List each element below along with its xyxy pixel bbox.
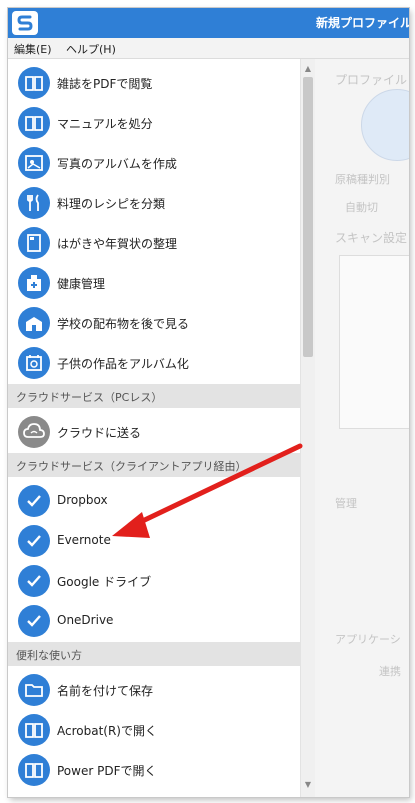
- menu-edit[interactable]: 編集(E): [14, 41, 52, 57]
- list-item[interactable]: Power PDFで開く: [8, 750, 300, 790]
- book-icon: [18, 714, 50, 746]
- list-item[interactable]: クラウドに送る: [8, 412, 300, 452]
- title-bar: 新規プロファイル: [8, 8, 409, 38]
- menu-bar: 編集(E) ヘルプ(H): [8, 38, 409, 59]
- folder-icon: [18, 674, 50, 706]
- list-item[interactable]: はがきや年賀状の整理: [8, 223, 300, 263]
- scroll-thumb[interactable]: [303, 77, 313, 357]
- kid-album-icon: [18, 347, 50, 379]
- window-title: 新規プロファイル: [316, 16, 409, 30]
- check-icon: [18, 485, 50, 517]
- list-item[interactable]: 学校の配布物を後で見る: [8, 303, 300, 343]
- scansnap-logo-icon[interactable]: [12, 11, 38, 35]
- section-title: クラウドサービス（PCレス）: [16, 391, 163, 404]
- list-item[interactable]: Acrobat(R)で開く: [8, 710, 300, 750]
- book-icon: [18, 107, 50, 139]
- section-header-useful: 便利な使い方: [8, 642, 300, 666]
- list-item-label: 名前を付けて保存: [57, 684, 154, 698]
- school-icon: [18, 307, 50, 339]
- fork-knife-icon: [18, 187, 50, 219]
- list-item[interactable]: 健康管理: [8, 263, 300, 303]
- link-label: 連携: [379, 665, 401, 678]
- check-icon: [18, 525, 50, 557]
- list-item-label: マニュアルを処分: [57, 117, 153, 131]
- list-item-label: 料理のレシピを分類: [57, 197, 166, 211]
- book-icon: [18, 67, 50, 99]
- list-item-label: はがきや年賀状の整理: [57, 237, 178, 251]
- manage-label: 管理: [335, 497, 357, 510]
- profile-image[interactable]: [361, 89, 409, 161]
- scroll-down-arrow-icon[interactable]: ▼: [301, 777, 315, 791]
- check-icon: [18, 565, 50, 597]
- list-item-label: クラウドに送る: [57, 426, 142, 440]
- profile-settings-panel: プロファイル 原稿種判別 自動切 スキャン設定 管理 アプリケーシ 連携: [315, 59, 409, 797]
- scan-settings-label: スキャン設定: [335, 231, 408, 245]
- list-item-google-drive[interactable]: Google ドライブ: [8, 561, 300, 601]
- list-item-label: 雑誌をPDFで閲覧: [57, 77, 153, 91]
- profile-label: プロファイル: [335, 73, 408, 87]
- list-item-onedrive[interactable]: OneDrive: [8, 601, 300, 641]
- section-header-cloud-client: クラウドサービス（クライアントアプリ経由）: [8, 453, 300, 477]
- hospital-icon: [18, 267, 50, 299]
- list-item-dropbox[interactable]: Dropbox: [8, 481, 300, 521]
- app-window: 新規プロファイル 編集(E) ヘルプ(H) 雑誌をPDFで閲覧 マニュアルを処分…: [8, 8, 409, 797]
- list-item-label: Evernote: [57, 533, 111, 547]
- postcard-icon: [18, 227, 50, 259]
- check-icon: [18, 605, 50, 637]
- auto-detect-option[interactable]: 自動切: [345, 199, 378, 215]
- application-label: アプリケーシ: [335, 633, 401, 646]
- list-item-label: OneDrive: [57, 613, 114, 627]
- list-item-label: 写真のアルバムを作成: [57, 157, 177, 171]
- list-scrollbar[interactable]: ▲ ▼: [300, 59, 315, 797]
- list-item[interactable]: 子供の作品をアルバム化: [8, 343, 300, 383]
- list-item-label: Acrobat(R)で開く: [57, 724, 157, 738]
- section-title: 便利な使い方: [16, 649, 82, 662]
- doc-type-label: 原稿種判別: [335, 173, 390, 186]
- list-item-label: 学校の配布物を後で見る: [57, 317, 190, 331]
- list-item-label: Dropbox: [57, 493, 108, 507]
- scroll-up-arrow-icon[interactable]: ▲: [301, 61, 315, 75]
- list-item-label: Google ドライブ: [57, 575, 152, 589]
- cloud-sync-icon: [18, 416, 50, 448]
- list-item[interactable]: 写真のアルバムを作成: [8, 143, 300, 183]
- list-item[interactable]: 名前を付けて保存: [8, 670, 300, 710]
- list-item[interactable]: 料理のレシピを分類: [8, 183, 300, 223]
- book-icon: [18, 754, 50, 786]
- list-item[interactable]: 雑誌をPDFで閲覧: [8, 63, 300, 103]
- scan-settings-box: [339, 255, 409, 429]
- list-item-evernote[interactable]: Evernote: [8, 521, 300, 561]
- section-header-cloud-pcless: クラウドサービス（PCレス）: [8, 384, 300, 408]
- list-item-label: 健康管理: [57, 277, 106, 291]
- list-item[interactable]: マニュアルを処分: [8, 103, 300, 143]
- list-item-label: Power PDFで開く: [57, 764, 157, 778]
- section-title: クラウドサービス（クライアントアプリ経由）: [16, 460, 247, 473]
- list-item-label: 子供の作品をアルバム化: [57, 357, 189, 371]
- photo-album-icon: [18, 147, 50, 179]
- profile-list: 雑誌をPDFで閲覧 マニュアルを処分 写真のアルバムを作成 料理のレシピを分類 …: [8, 59, 300, 797]
- menu-help[interactable]: ヘルプ(H): [66, 41, 116, 57]
